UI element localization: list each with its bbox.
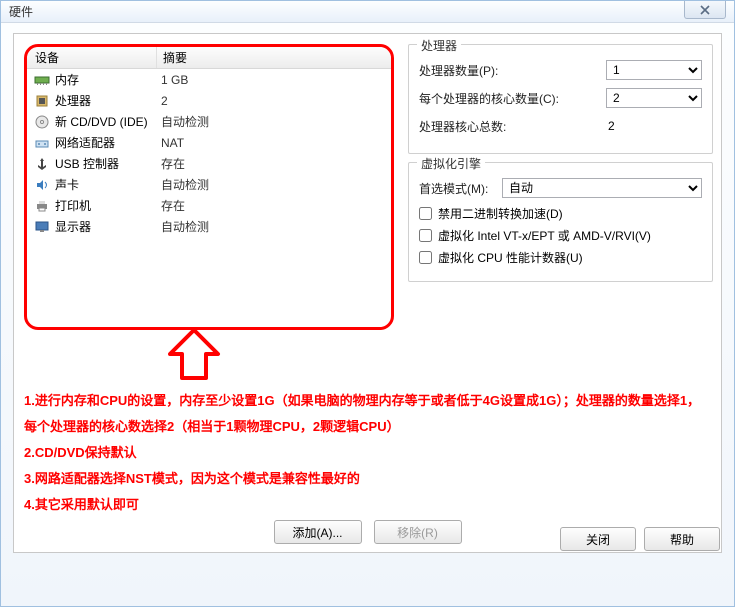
display-icon — [33, 219, 51, 235]
device-name: 处理器 — [55, 92, 91, 109]
close-icon — [700, 5, 710, 15]
device-summary: 存在 — [157, 197, 391, 214]
device-summary: NAT — [157, 136, 391, 150]
remove-button[interactable]: 移除(R) — [374, 520, 462, 544]
vtx-checkbox[interactable] — [419, 229, 432, 242]
usb-icon — [33, 156, 51, 172]
num-processors-select[interactable]: 1 — [606, 60, 702, 80]
device-summary: 存在 — [157, 155, 391, 172]
device-name: 网络适配器 — [55, 134, 115, 151]
device-summary: 自动检测 — [157, 176, 391, 193]
memory-icon — [33, 72, 51, 88]
window-close-button[interactable] — [684, 1, 726, 19]
instruction-line-3: 3.网路适配器选择NST模式，因为这个模式是兼容性最好的 — [24, 466, 711, 492]
network-icon — [33, 135, 51, 151]
sound-icon — [33, 177, 51, 193]
cores-per-label: 每个处理器的核心数量(C): — [419, 90, 606, 107]
preferred-mode-select[interactable]: 自动 — [502, 178, 702, 198]
device-row[interactable]: 新 CD/DVD (IDE) 自动检测 — [27, 111, 391, 132]
cd-icon — [33, 114, 51, 130]
device-name: USB 控制器 — [55, 155, 119, 172]
header-device[interactable]: 设备 — [27, 47, 157, 68]
inner-panel: 设备 摘要 内存1 GB处理器2新 CD/DVD (IDE)自动检测网络适配器N… — [13, 33, 722, 553]
printer-icon — [33, 198, 51, 214]
titlebar: 硬件 — [1, 1, 734, 23]
device-table-header: 设备 摘要 — [27, 47, 391, 69]
perf-counter-label: 虚拟化 CPU 性能计数器(U) — [438, 249, 583, 266]
device-name: 内存 — [55, 71, 79, 88]
device-row[interactable]: 处理器 2 — [27, 90, 391, 111]
perf-counter-checkbox[interactable] — [419, 251, 432, 264]
virt-group-title: 虚拟化引擎 — [417, 155, 485, 172]
device-list-pane: 设备 摘要 内存1 GB处理器2新 CD/DVD (IDE)自动检测网络适配器N… — [24, 44, 394, 330]
disable-binary-checkbox[interactable] — [419, 207, 432, 220]
device-name: 显示器 — [55, 218, 91, 235]
cores-per-select[interactable]: 2 — [606, 88, 702, 108]
cpu-icon — [33, 93, 51, 109]
settings-right-pane: 处理器 处理器数量(P): 1 每个处理器的核心数量(C): 2 处理器核心总数… — [408, 44, 713, 290]
device-summary: 自动检测 — [157, 113, 391, 130]
device-summary: 自动检测 — [157, 218, 391, 235]
add-button[interactable]: 添加(A)... — [274, 520, 362, 544]
processor-group-title: 处理器 — [417, 37, 461, 54]
device-row[interactable]: USB 控制器 存在 — [27, 153, 391, 174]
preferred-mode-label: 首选模式(M): — [419, 180, 502, 197]
device-table: 设备 摘要 内存1 GB处理器2新 CD/DVD (IDE)自动检测网络适配器N… — [27, 47, 391, 237]
dialog-footer: 关闭 帮助 — [560, 527, 720, 551]
instruction-line-4: 4.其它采用默认即可 — [24, 492, 711, 518]
device-summary: 2 — [157, 94, 391, 108]
processor-group: 处理器 处理器数量(P): 1 每个处理器的核心数量(C): 2 处理器核心总数… — [408, 44, 713, 154]
content-area: 设备 摘要 内存1 GB处理器2新 CD/DVD (IDE)自动检测网络适配器N… — [1, 23, 734, 561]
close-button[interactable]: 关闭 — [560, 527, 636, 551]
vtx-label: 虚拟化 Intel VT-x/EPT 或 AMD-V/RVI(V) — [438, 227, 651, 244]
instruction-text: 1.进行内存和CPU的设置，内存至少设置1G（如果电脑的物理内存等于或者低于4G… — [24, 388, 711, 518]
annotation-arrow — [164, 324, 224, 384]
device-row[interactable]: 内存 1 GB — [27, 69, 391, 90]
help-button[interactable]: 帮助 — [644, 527, 720, 551]
device-row[interactable]: 声卡 自动检测 — [27, 174, 391, 195]
device-name: 打印机 — [55, 197, 91, 214]
instruction-line-2: 2.CD/DVD保持默认 — [24, 440, 711, 466]
device-row[interactable]: 显示器 自动检测 — [27, 216, 391, 237]
hardware-settings-window: 硬件 设备 摘要 内存1 GB处理器2新 CD/DVD (IDE)自动检测网络适… — [0, 0, 735, 607]
device-name: 声卡 — [55, 176, 79, 193]
device-row[interactable]: 网络适配器 NAT — [27, 132, 391, 153]
num-processors-label: 处理器数量(P): — [419, 62, 606, 79]
virtualization-group: 虚拟化引擎 首选模式(M): 自动 禁用二进制转换加速(D) 虚拟化 Intel… — [408, 162, 713, 282]
device-row[interactable]: 打印机 存在 — [27, 195, 391, 216]
disable-binary-label: 禁用二进制转换加速(D) — [438, 205, 563, 222]
device-name: 新 CD/DVD (IDE) — [55, 113, 148, 130]
instruction-line-1: 1.进行内存和CPU的设置，内存至少设置1G（如果电脑的物理内存等于或者低于4G… — [24, 388, 711, 440]
header-summary[interactable]: 摘要 — [157, 49, 391, 66]
total-cores-label: 处理器核心总数: — [419, 118, 606, 135]
device-summary: 1 GB — [157, 73, 391, 87]
total-cores-value: 2 — [606, 119, 702, 133]
window-title: 硬件 — [9, 3, 33, 20]
